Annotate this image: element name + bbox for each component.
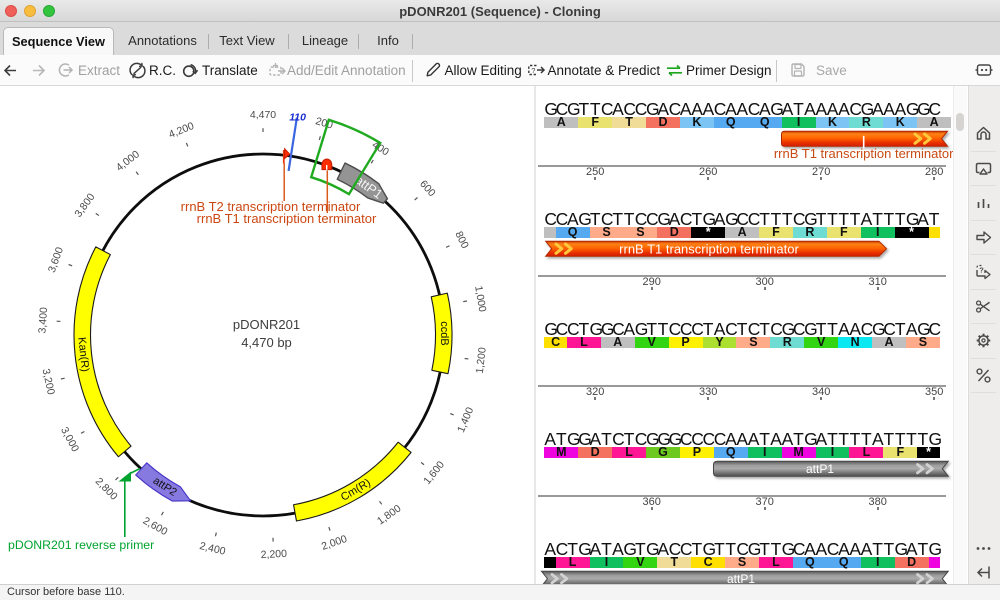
- svg-text:attP1: attP1: [806, 462, 834, 476]
- svg-text:rrnB T1 transcription terminat: rrnB T1 transcription terminator: [774, 146, 954, 161]
- svg-text:rrnB T1 transcription terminat: rrnB T1 transcription terminator: [619, 242, 799, 257]
- svg-text:?: ?: [979, 266, 984, 275]
